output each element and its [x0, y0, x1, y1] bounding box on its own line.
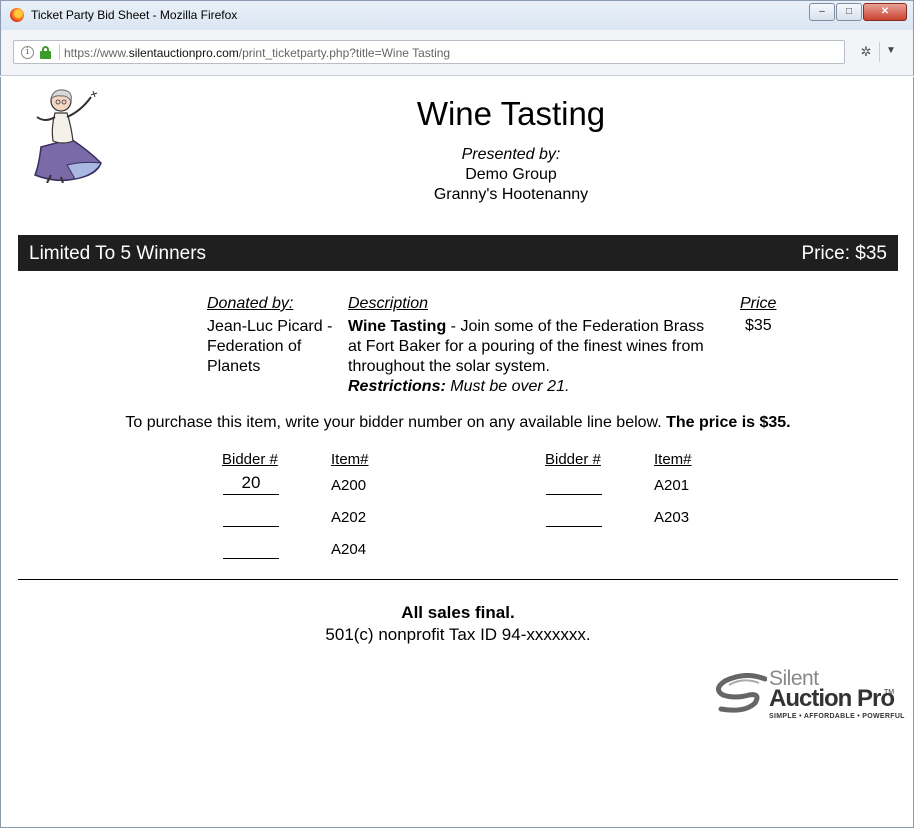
- bidder-line[interactable]: 20: [223, 471, 279, 495]
- item-header: Item#: [331, 451, 369, 468]
- price-header: Price: [740, 295, 777, 312]
- maximize-button[interactable]: □: [836, 3, 862, 21]
- url-separator: [59, 44, 60, 60]
- winner-limit: Limited To 5 Winners: [29, 243, 207, 264]
- restrictions-text: Must be over 21.: [445, 378, 570, 395]
- restrictions: Restrictions: Must be over 21.: [348, 377, 718, 397]
- granny-mascot-image: [34, 89, 102, 183]
- item-number: A204: [331, 541, 367, 558]
- donated-by-header: Donated by:: [207, 295, 294, 312]
- window-titlebar: Ticket Party Bid Sheet - Mozilla Firefox…: [0, 0, 914, 30]
- lock-icon[interactable]: [40, 46, 51, 59]
- restrictions-label: Restrictions:: [348, 378, 446, 395]
- toolbar-divider: [879, 42, 880, 62]
- chevron-down-icon[interactable]: ▼: [886, 45, 898, 59]
- item-description: Wine Tasting - Join some of the Federati…: [348, 317, 718, 377]
- firefox-icon: [10, 8, 24, 22]
- price-statement: The price is $35.: [666, 414, 791, 431]
- item-price: $35: [745, 317, 772, 334]
- info-icon[interactable]: i: [21, 46, 34, 59]
- url-text[interactable]: https://www.silentauctionpro.com/print_t…: [64, 46, 450, 60]
- logo-trademark: TM: [884, 689, 895, 696]
- close-button[interactable]: ✕: [863, 3, 907, 21]
- swirl-icon: [716, 673, 767, 713]
- bidder-line[interactable]: [223, 503, 279, 527]
- extension-icon[interactable]: ✲: [858, 44, 874, 60]
- bidder-header: Bidder #: [222, 451, 278, 468]
- silent-auction-pro-logo: Silent Auction Pro TM SIMPLE • AFFORDABL…: [713, 667, 904, 723]
- ticket-info-bar: Limited To 5 Winners Price: $35: [18, 235, 898, 271]
- sales-final-notice: All sales final.: [401, 603, 515, 622]
- window-controls: – □ ✕: [809, 3, 907, 21]
- event-title: Wine Tasting: [416, 95, 606, 132]
- ticket-price: Price: $35: [801, 243, 887, 264]
- page-content: Wine Tasting Presented by: Demo Group Gr…: [0, 77, 914, 828]
- navigation-toolbar: i https://www.silentauctionpro.com/print…: [0, 30, 914, 76]
- bidder-line[interactable]: [546, 503, 602, 527]
- presenter-name: Demo Group: [465, 166, 557, 183]
- presented-by-label: Presented by:: [461, 146, 561, 163]
- presenter-name: Granny's Hootenanny: [433, 186, 589, 203]
- logo-line2: Auction Pro: [769, 685, 895, 712]
- minimize-button[interactable]: –: [809, 3, 835, 21]
- item-number: A201: [654, 477, 690, 494]
- bidder-header: Bidder #: [545, 451, 601, 468]
- item-number: A203: [654, 509, 690, 526]
- window-title: Ticket Party Bid Sheet - Mozilla Firefox: [31, 8, 238, 22]
- item-number: A202: [331, 509, 367, 526]
- donor-name: Jean-Luc Picard - Federation of Planets: [207, 318, 333, 375]
- item-name: Wine Tasting: [348, 318, 447, 335]
- purchase-instructions: To purchase this item, write your bidder…: [125, 414, 791, 431]
- tax-id: 501(c) nonprofit Tax ID 94-xxxxxxx.: [325, 625, 591, 644]
- divider: [18, 579, 898, 580]
- item-number: A200: [331, 477, 367, 494]
- logo-tagline: SIMPLE • AFFORDABLE • POWERFUL: [769, 713, 905, 720]
- bidder-line[interactable]: [546, 471, 602, 495]
- bidder-line[interactable]: [223, 535, 279, 559]
- description-header: Description: [348, 295, 429, 312]
- item-header: Item#: [654, 451, 692, 468]
- url-bar[interactable]: i https://www.silentauctionpro.com/print…: [13, 40, 845, 64]
